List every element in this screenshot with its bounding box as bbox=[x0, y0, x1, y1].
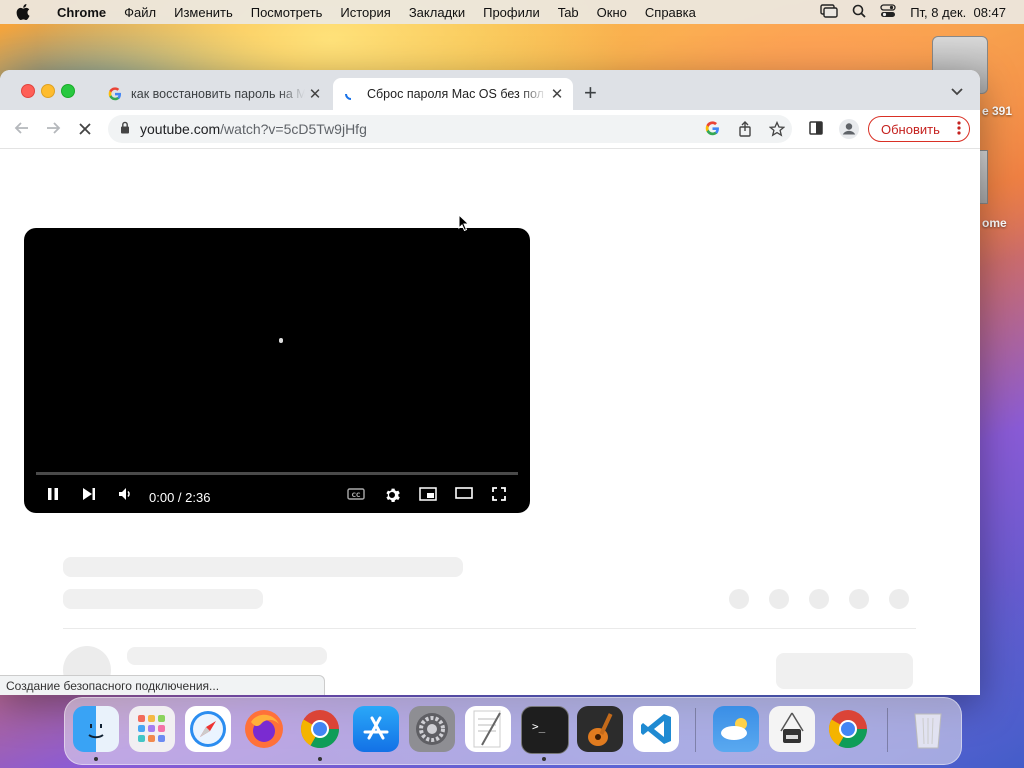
tab-search-chevron-icon[interactable] bbox=[950, 85, 964, 100]
garageband-icon[interactable] bbox=[577, 706, 623, 752]
menu-file[interactable]: Файл bbox=[124, 5, 156, 20]
video-player[interactable]: 0:00 / 2:36 CC bbox=[24, 228, 530, 513]
settings-gear-icon[interactable] bbox=[384, 487, 400, 503]
menu-bookmarks[interactable]: Закладки bbox=[409, 5, 465, 20]
theater-mode-icon[interactable] bbox=[455, 487, 473, 499]
running-indicator bbox=[94, 757, 98, 761]
subtitle-skeleton bbox=[63, 589, 263, 609]
apple-menu-icon[interactable] bbox=[16, 4, 36, 20]
action-skeleton bbox=[769, 589, 789, 609]
page-content: 0:00 / 2:36 CC bbox=[0, 149, 980, 695]
action-skeleton bbox=[809, 589, 829, 609]
finder-icon[interactable] bbox=[73, 706, 119, 752]
subscribe-skeleton bbox=[776, 653, 913, 689]
tab-title: Сброс пароля Mac OS без пол bbox=[367, 87, 544, 101]
action-skeleton bbox=[849, 589, 869, 609]
control-center-icon[interactable] bbox=[880, 3, 896, 21]
share-icon[interactable] bbox=[738, 121, 752, 137]
textedit-icon[interactable] bbox=[465, 706, 511, 752]
new-tab-button[interactable]: + bbox=[584, 82, 597, 104]
firefox-icon[interactable] bbox=[241, 706, 287, 752]
screen-mirroring-icon[interactable] bbox=[820, 3, 838, 21]
menu-history[interactable]: История bbox=[340, 5, 390, 20]
browser-window: как восстановить пароль на Mac ✕ Сброс п… bbox=[0, 70, 980, 695]
zoom-window-button[interactable] bbox=[61, 84, 75, 98]
next-video-icon[interactable] bbox=[82, 487, 96, 501]
more-menu-icon[interactable] bbox=[957, 121, 961, 138]
mouse-cursor-icon bbox=[458, 213, 470, 235]
tab-title: как восстановить пароль на Mac bbox=[131, 87, 305, 101]
svg-text:CC: CC bbox=[352, 492, 361, 499]
trash-icon[interactable] bbox=[905, 706, 951, 752]
running-indicator bbox=[318, 757, 322, 761]
url-text[interactable]: youtube.com/watch?v=5cD5Tw9jHfg bbox=[140, 121, 367, 137]
menu-tab[interactable]: Tab bbox=[558, 5, 579, 20]
loading-spinner-icon bbox=[343, 86, 359, 102]
menu-bar: Chrome Файл Изменить Посмотреть История … bbox=[0, 0, 1024, 24]
dock: >_ bbox=[64, 697, 962, 765]
menu-edit[interactable]: Изменить bbox=[174, 5, 233, 20]
pause-icon[interactable] bbox=[46, 487, 60, 501]
tab-strip: как восстановить пароль на Mac ✕ Сброс п… bbox=[0, 70, 980, 110]
video-time: 0:00 / 2:36 bbox=[149, 490, 211, 505]
safari-icon[interactable] bbox=[185, 706, 231, 752]
vscode-icon[interactable] bbox=[633, 706, 679, 752]
running-indicator bbox=[542, 757, 546, 761]
menu-help[interactable]: Справка bbox=[645, 5, 696, 20]
google-lens-icon[interactable] bbox=[705, 121, 720, 136]
action-skeleton bbox=[889, 589, 909, 609]
browser-toolbar: youtube.com/watch?v=5cD5Tw9jHfg Обновить bbox=[0, 110, 980, 149]
tab-google-search[interactable]: как восстановить пароль на Mac ✕ bbox=[97, 78, 331, 110]
update-label: Обновить bbox=[881, 121, 940, 137]
close-tab-icon[interactable]: ✕ bbox=[547, 85, 567, 103]
weather-icon[interactable] bbox=[713, 706, 759, 752]
chrome-icon-2[interactable] bbox=[825, 706, 871, 752]
back-button[interactable] bbox=[13, 120, 29, 139]
fullscreen-icon[interactable] bbox=[492, 487, 506, 501]
printer-icon[interactable] bbox=[769, 706, 815, 752]
lock-icon[interactable] bbox=[120, 121, 130, 137]
forward-button[interactable] bbox=[46, 120, 62, 139]
stop-loading-button[interactable] bbox=[78, 121, 92, 139]
spotlight-search-icon[interactable] bbox=[852, 4, 866, 21]
status-bar: Создание безопасного подключения... bbox=[0, 675, 325, 695]
url-path: /watch?v=5cD5Tw9jHfg bbox=[220, 121, 367, 137]
miniplayer-icon[interactable] bbox=[419, 487, 437, 501]
profile-avatar-icon[interactable] bbox=[838, 118, 860, 140]
google-icon bbox=[107, 86, 123, 102]
menu-app-name[interactable]: Chrome bbox=[57, 5, 106, 20]
menu-clock[interactable]: Пт, 8 дек. 08:47 bbox=[910, 5, 1006, 20]
svg-text:>_: >_ bbox=[532, 720, 546, 733]
bookmark-star-icon[interactable] bbox=[769, 121, 785, 137]
minimize-window-button[interactable] bbox=[41, 84, 55, 98]
tab-youtube-video[interactable]: Сброс пароля Mac OS без пол ✕ bbox=[333, 78, 573, 110]
side-panel-icon[interactable] bbox=[809, 121, 823, 135]
volume-icon[interactable] bbox=[118, 487, 134, 501]
loading-spinner bbox=[279, 338, 283, 343]
channel-skeleton bbox=[127, 647, 327, 665]
title-skeleton bbox=[63, 557, 463, 577]
dock-separator bbox=[695, 708, 696, 752]
app-store-icon[interactable] bbox=[353, 706, 399, 752]
system-settings-icon[interactable] bbox=[409, 706, 455, 752]
menu-window[interactable]: Окно bbox=[597, 5, 627, 20]
action-skeleton bbox=[729, 589, 749, 609]
close-window-button[interactable] bbox=[21, 84, 35, 98]
desktop-label-top: e 391 bbox=[982, 104, 1013, 118]
video-progress-bar[interactable] bbox=[36, 472, 518, 475]
url-host: youtube.com bbox=[140, 121, 221, 137]
divider bbox=[63, 628, 916, 629]
terminal-icon[interactable]: >_ bbox=[521, 706, 569, 754]
launchpad-icon[interactable] bbox=[129, 706, 175, 752]
close-tab-icon[interactable]: ✕ bbox=[305, 85, 325, 103]
dock-separator bbox=[887, 708, 888, 752]
chrome-icon[interactable] bbox=[297, 706, 343, 752]
desktop-label-bottom: ome bbox=[982, 216, 1007, 230]
update-chrome-button[interactable]: Обновить bbox=[868, 116, 970, 142]
address-bar[interactable]: youtube.com/watch?v=5cD5Tw9jHfg bbox=[108, 115, 792, 143]
menu-view[interactable]: Посмотреть bbox=[251, 5, 323, 20]
subtitles-icon[interactable]: CC bbox=[347, 487, 365, 501]
menu-profiles[interactable]: Профили bbox=[483, 5, 540, 20]
